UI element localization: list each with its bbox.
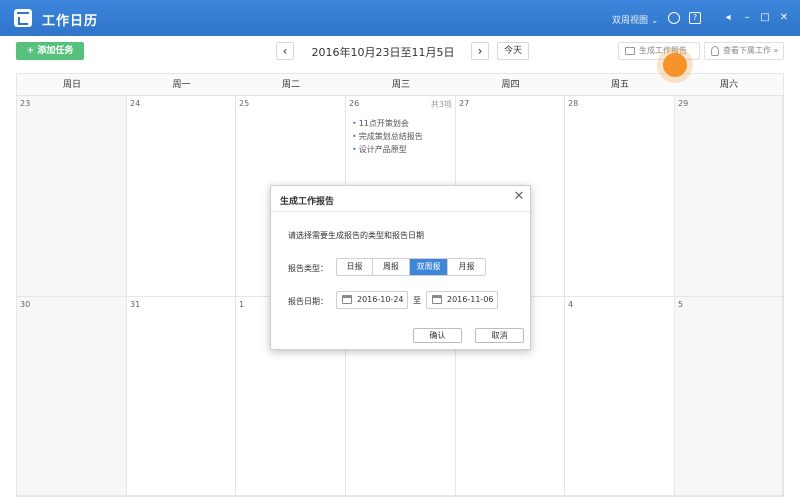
- calendar-icon: [342, 295, 352, 304]
- generate-report-dialog: 生成工作报告 ✕ 请选择需要生成报告的类型和报告日期 报告类型： 日报 周报 双…: [270, 185, 531, 350]
- day-number: 26: [349, 99, 360, 108]
- prev-period-button[interactable]: ‹: [276, 42, 294, 60]
- day-cell[interactable]: 29: [675, 96, 783, 297]
- next-period-button[interactable]: ›: [471, 42, 489, 60]
- add-task-button[interactable]: + 添加任务: [16, 42, 84, 60]
- day-number: 5: [678, 300, 684, 309]
- view-selector[interactable]: 双周视图 ⌄: [612, 13, 658, 26]
- day-cell[interactable]: 4: [565, 297, 675, 496]
- user-icon: [711, 46, 719, 56]
- divider: [271, 211, 530, 212]
- dialog-title: 生成工作报告: [280, 197, 335, 207]
- minimize-icon[interactable]: –: [741, 12, 753, 24]
- weekday-header: 周日: [17, 74, 127, 96]
- task-item[interactable]: 完成策划总结报告: [352, 131, 423, 142]
- app-title: 工作日历: [42, 14, 99, 29]
- task-item[interactable]: 设计产品原型: [352, 144, 407, 155]
- day-cell[interactable]: 5: [675, 297, 783, 496]
- weekday-header: 周五: [565, 74, 675, 96]
- app-window: 工作日历 双周视图 ⌄ ? ◂ – □ ✕ + 添加任务 ‹ 2016年10月2…: [0, 0, 800, 502]
- view-subordinate-button[interactable]: 查看下属工作 »: [704, 42, 784, 60]
- calendar-icon: [432, 295, 442, 304]
- type-biweekly-button[interactable]: 双周报: [410, 259, 448, 275]
- weekday-header: 周四: [456, 74, 565, 96]
- day-cell[interactable]: 23: [17, 96, 127, 297]
- report-type-label: 报告类型：: [288, 264, 328, 273]
- day-cell[interactable]: 30: [17, 297, 127, 496]
- date-separator: 至: [413, 296, 421, 305]
- day-number: 28: [568, 99, 579, 108]
- end-date-field[interactable]: 2016-11-06: [426, 291, 498, 309]
- day-number: 23: [20, 99, 31, 108]
- weekday-header: 周一: [127, 74, 236, 96]
- day-number: 4: [568, 300, 574, 309]
- title-bar: 工作日历 双周视图 ⌄ ? ◂ – □ ✕: [0, 0, 800, 36]
- type-daily-button[interactable]: 日报: [337, 259, 373, 275]
- dialog-instruction: 请选择需要生成报告的类型和报告日期: [288, 231, 424, 240]
- weekday-header: 周六: [675, 74, 783, 96]
- day-number: 31: [130, 300, 141, 309]
- weekday-header: 周二: [236, 74, 346, 96]
- type-monthly-button[interactable]: 月报: [448, 259, 485, 275]
- day-number: 24: [130, 99, 141, 108]
- weekday-header: 周三: [346, 74, 456, 96]
- day-cell[interactable]: 28: [565, 96, 675, 297]
- day-cell[interactable]: 31: [127, 297, 236, 496]
- view-subordinate-label: 查看下属工作 »: [723, 46, 779, 55]
- day-number: 27: [459, 99, 470, 108]
- confirm-button[interactable]: 确认: [413, 328, 462, 343]
- click-highlight-indicator: [663, 53, 687, 77]
- day-cell[interactable]: 24: [127, 96, 236, 297]
- maximize-icon[interactable]: □: [759, 12, 771, 24]
- task-count: 共3项: [430, 100, 452, 109]
- date-range-label: 2016年10月23日至11月5日: [311, 46, 455, 59]
- gear-icon[interactable]: [668, 12, 680, 24]
- type-weekly-button[interactable]: 周报: [373, 259, 410, 275]
- calendar-logo-icon: [14, 9, 32, 27]
- cancel-button[interactable]: 取消: [475, 328, 524, 343]
- help-icon[interactable]: ?: [689, 12, 701, 24]
- generate-report-button[interactable]: 生成工作报告: [618, 42, 700, 60]
- close-icon[interactable]: ✕: [513, 190, 525, 203]
- report-date-label: 报告日期：: [288, 297, 328, 306]
- end-date-value: 2016-11-06: [447, 295, 494, 304]
- fullscreen-icon[interactable]: ◂: [722, 12, 734, 24]
- day-number: 30: [20, 300, 31, 309]
- today-button[interactable]: 今天: [497, 42, 529, 60]
- start-date-field[interactable]: 2016-10-24: [336, 291, 408, 309]
- start-date-value: 2016-10-24: [357, 295, 404, 304]
- close-icon[interactable]: ✕: [778, 12, 790, 24]
- day-number: 25: [239, 99, 250, 108]
- report-icon: [625, 47, 635, 55]
- report-type-selector: 日报 周报 双周报 月报: [336, 258, 486, 276]
- day-number: 1: [239, 300, 245, 309]
- day-number: 29: [678, 99, 689, 108]
- task-item[interactable]: 11点开策划会: [352, 118, 409, 129]
